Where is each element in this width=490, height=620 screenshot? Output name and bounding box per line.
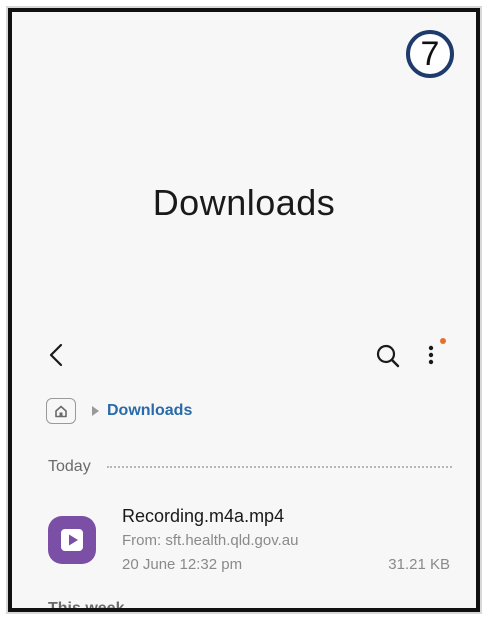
file-size: 31.21 KB [388,556,450,573]
step-number: 7 [420,35,440,73]
file-date: 20 June 12:32 pm [122,556,243,573]
section-divider [106,466,452,468]
phone-screen: 7 Downloads Downloads Today Recording.m4… [8,8,480,612]
section-label: Today [48,458,91,475]
more-options-button[interactable] [422,340,440,370]
section-header-today: Today [48,456,452,478]
home-folder-icon [55,405,67,418]
toolbar [12,334,476,378]
breadcrumb-separator-icon [92,406,99,416]
notification-dot [440,338,446,344]
search-icon [376,344,400,368]
video-play-icon [61,529,83,551]
file-name: Recording.m4a.mp4 [122,506,285,526]
file-list-item[interactable]: Recording.m4a.mp4 From: sft.health.qld.g… [12,504,476,574]
file-thumbnail [48,516,96,564]
step-number-badge: 7 [406,30,454,78]
more-vertical-icon [428,345,434,365]
breadcrumb-home-button[interactable] [46,398,76,424]
file-source: From: sft.health.qld.gov.au [122,532,299,549]
page-title: Downloads [152,182,336,223]
search-button[interactable] [374,342,402,370]
section-label-this-week: This week [48,600,125,612]
breadcrumb: Downloads [46,396,192,426]
back-button[interactable] [42,340,72,370]
breadcrumb-current[interactable]: Downloads [107,402,192,420]
chevron-left-icon [49,343,63,367]
